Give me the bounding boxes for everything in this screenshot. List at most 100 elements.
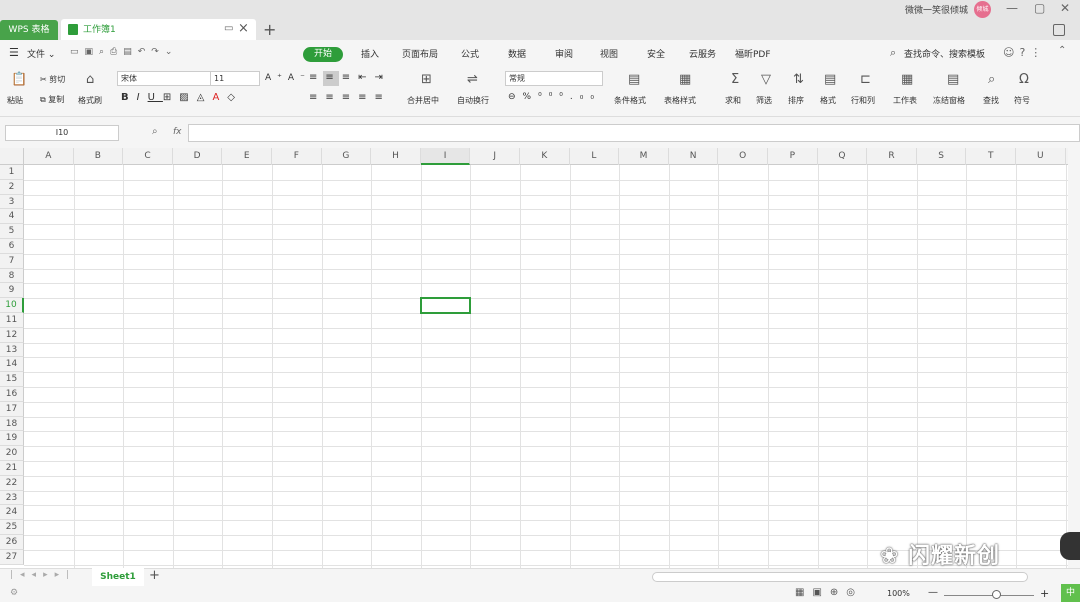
row-header[interactable]: 16 — [0, 387, 24, 402]
row-header[interactable]: 10 — [0, 298, 24, 313]
fx-icon[interactable]: fx — [173, 127, 182, 137]
format-icon[interactable]: ▤ — [824, 72, 836, 87]
tab-foxit-pdf[interactable]: 福昕PDF — [735, 47, 771, 60]
wps-app-tab[interactable]: WPS 表格 — [0, 20, 58, 41]
symbol-icon[interactable]: Ω — [1019, 72, 1029, 87]
horizontal-align-buttons[interactable]: ≡≡≡≡≡ — [309, 92, 391, 103]
merge-icon[interactable]: ⊞ — [421, 72, 432, 87]
column-header[interactable]: M — [619, 148, 669, 165]
column-header[interactable]: L — [570, 148, 620, 165]
document-tab[interactable]: 工作簿1 ▭ × — [61, 19, 256, 41]
freeze-icon[interactable]: ▤ — [947, 72, 959, 87]
row-header[interactable]: 23 — [0, 490, 24, 506]
spreadsheet-grid[interactable]: A B C D E F G H I J K L M N O P Q R S T U 1 2 3 4 5 6 7 8 9 10 11 12 13 14… — [0, 148, 1068, 568]
copy-button[interactable]: ⧉ 复制 — [40, 94, 64, 105]
name-box[interactable]: I10 — [5, 125, 119, 141]
maximize-icon[interactable]: ▢ — [1034, 1, 1045, 15]
row-header[interactable]: 17 — [0, 401, 24, 417]
ime-indicator[interactable]: 中 — [1061, 584, 1080, 602]
help-icons[interactable]: ☺?⋮ — [1003, 46, 1046, 59]
row-header[interactable]: 12 — [0, 327, 24, 343]
row-header[interactable]: 19 — [0, 431, 24, 447]
close-tab-icon[interactable]: × — [238, 21, 249, 36]
cond-format-icon[interactable]: ▤ — [628, 72, 640, 87]
number-buttons[interactable]: ⊖%⁰⁰⁰.₀₀ — [508, 92, 601, 102]
column-header[interactable]: I — [420, 148, 471, 165]
column-header[interactable]: U — [1016, 148, 1066, 165]
font-style-buttons[interactable]: BIU⊞▨◬A◇ — [121, 92, 243, 103]
tab-data[interactable]: 数据 — [508, 47, 526, 60]
row-header[interactable]: 15 — [0, 372, 24, 387]
close-window-icon[interactable]: ✕ — [1060, 1, 1070, 15]
row-header[interactable]: 7 — [0, 253, 24, 269]
row-header[interactable]: 6 — [0, 239, 24, 254]
selected-cell[interactable] — [419, 297, 472, 314]
vertical-align-buttons[interactable]: ≡≡≡⇤⇥ — [309, 72, 391, 83]
symbol-button[interactable]: 符号 — [1014, 95, 1030, 106]
row-header[interactable]: 27 — [0, 549, 24, 565]
sheet-nav-icons[interactable]: |◂◂▸▸| — [10, 570, 76, 580]
zoom-search-icon[interactable]: ⌕ — [152, 126, 158, 137]
user-name[interactable]: 微微一笑很倾城 — [905, 3, 968, 16]
column-header[interactable]: A — [24, 148, 74, 165]
search-icon[interactable]: ⌕ — [890, 46, 896, 60]
column-header[interactable]: C — [123, 148, 173, 165]
row-header[interactable]: 3 — [0, 194, 24, 210]
floating-widget[interactable] — [1060, 532, 1080, 560]
tab-page-layout[interactable]: 页面布局 — [402, 47, 438, 60]
row-header[interactable]: 5 — [0, 224, 24, 239]
tab-formula[interactable]: 公式 — [461, 47, 479, 60]
new-tab-button[interactable]: + — [263, 20, 276, 39]
paste-button[interactable]: 粘贴 — [7, 95, 23, 106]
column-header[interactable]: H — [371, 148, 421, 165]
column-header[interactable]: N — [669, 148, 719, 165]
table-style-button[interactable]: 表格样式 — [664, 95, 696, 106]
sheet-tab[interactable]: Sheet1 — [92, 568, 144, 586]
zoom-slider-thumb[interactable] — [992, 590, 1001, 599]
format-painter-button[interactable]: 格式刷 — [78, 95, 102, 106]
paste-icon[interactable]: 📋 — [11, 72, 27, 87]
tab-review[interactable]: 审阅 — [555, 47, 573, 60]
tab-insert[interactable]: 插入 — [361, 47, 379, 60]
column-header[interactable]: B — [74, 148, 124, 165]
sort-icon[interactable]: ⇅ — [793, 72, 804, 87]
select-all-corner[interactable] — [0, 148, 24, 165]
row-header[interactable]: 1 — [0, 165, 24, 180]
column-header[interactable]: Q — [818, 148, 868, 165]
sum-icon[interactable]: Σ — [731, 72, 739, 87]
row-header[interactable]: 2 — [0, 179, 24, 195]
worksheet-icon[interactable]: ▦ — [901, 72, 913, 87]
row-header[interactable]: 24 — [0, 505, 24, 521]
row-header[interactable]: 21 — [0, 461, 24, 476]
table-style-icon[interactable]: ▦ — [679, 72, 691, 87]
vertical-scrollbar[interactable] — [1068, 148, 1080, 568]
horizontal-scrollbar[interactable] — [652, 572, 1028, 582]
cond-format-button[interactable]: 条件格式 — [614, 95, 646, 106]
monitor-icon[interactable]: ▭ — [224, 23, 233, 34]
minimize-icon[interactable]: — — [1006, 1, 1018, 15]
column-header[interactable]: P — [768, 148, 818, 165]
rows-cols-button[interactable]: 行和列 — [851, 95, 875, 106]
file-menu[interactable]: 文件 ⌄ — [27, 47, 55, 60]
font-size-select[interactable]: 11 — [210, 71, 260, 86]
hamburger-icon[interactable]: ☰ — [9, 46, 19, 59]
sum-button[interactable]: 求和 — [725, 95, 741, 106]
column-header[interactable]: J — [470, 148, 520, 165]
brush-icon[interactable]: ⌂ — [86, 72, 94, 87]
column-header[interactable]: D — [173, 148, 223, 165]
row-header[interactable]: 25 — [0, 520, 24, 535]
zoom-level[interactable]: 100% — [887, 589, 910, 598]
column-header[interactable]: O — [718, 148, 768, 165]
number-format-select[interactable]: 常规 — [505, 71, 603, 86]
search-command[interactable]: 查找命令、搜索模板 — [904, 47, 985, 60]
avatar[interactable]: 倾城 — [974, 1, 991, 18]
macro-icon[interactable]: ⚙ — [10, 588, 18, 598]
column-header[interactable]: G — [322, 148, 372, 165]
row-header[interactable]: 13 — [0, 342, 24, 358]
rows-cols-icon[interactable]: ⊏ — [860, 72, 871, 87]
wrap-button[interactable]: 自动换行 — [457, 95, 489, 106]
tab-home[interactable]: 开始 — [303, 47, 343, 62]
row-header[interactable]: 11 — [0, 313, 24, 328]
tab-cloud[interactable]: 云服务 — [689, 47, 716, 60]
format-button[interactable]: 格式 — [820, 95, 836, 106]
